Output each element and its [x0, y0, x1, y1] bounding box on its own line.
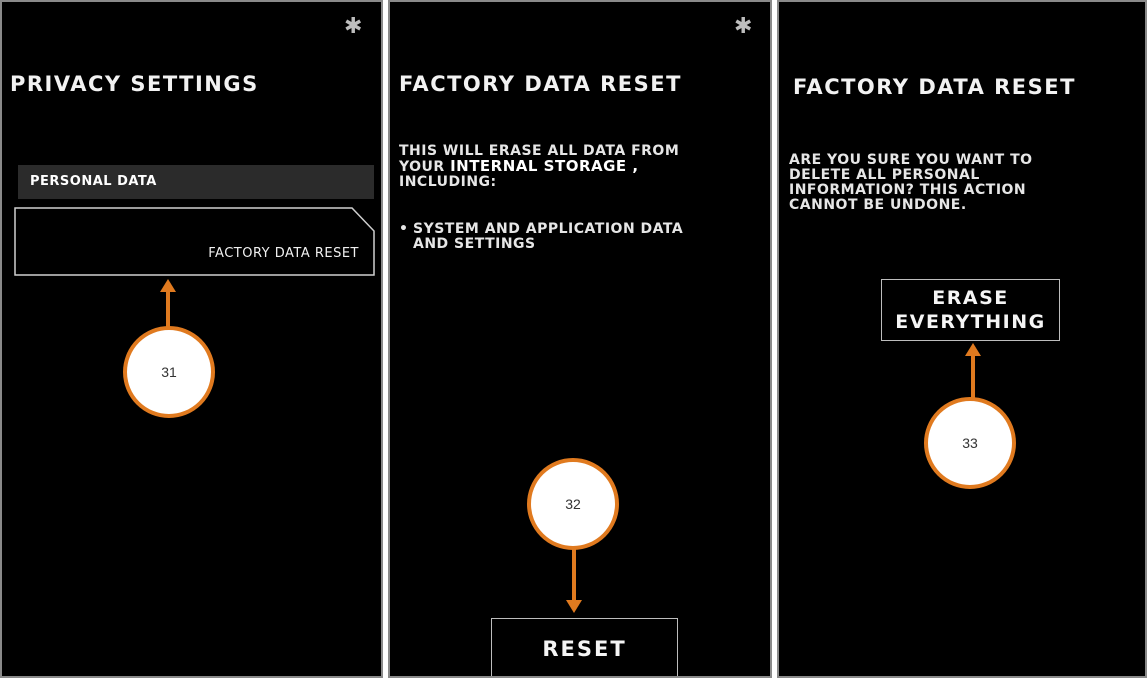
confirm-warning-text: ARE YOU SURE YOU WANT TO DELETE ALL PERS…: [789, 152, 1033, 213]
bluetooth-icon: ✱: [734, 14, 753, 39]
page-title: PRIVACY SETTINGS: [10, 72, 259, 96]
callout-31: 31: [123, 326, 215, 418]
callout-arrow-line: [572, 548, 576, 602]
callout-arrow-head: [566, 600, 582, 613]
callout-arrow-line: [971, 355, 975, 401]
confirm-erase-screen: FACTORY DATA RESET ARE YOU SURE YOU WANT…: [777, 0, 1147, 678]
page-title: FACTORY DATA RESET: [399, 72, 682, 96]
erase-everything-button[interactable]: ERASE EVERYTHING: [881, 279, 1060, 341]
section-header-personal-data: PERSONAL DATA: [18, 165, 374, 199]
erase-items-list: • SYSTEM AND APPLICATION DATA AND SETTIN…: [399, 221, 684, 252]
erase-warning-text: THIS WILL ERASE ALL DATA FROM YOUR INTER…: [399, 143, 680, 190]
page-title: FACTORY DATA RESET: [793, 75, 1076, 99]
callout-33: 33: [924, 397, 1016, 489]
privacy-settings-screen: ✱ PRIVACY SETTINGS PERSONAL DATA FACTORY…: [0, 0, 383, 678]
factory-data-reset-label[interactable]: FACTORY DATA RESET: [208, 246, 359, 261]
callout-arrow-line: [166, 291, 170, 331]
reset-button[interactable]: RESET: [491, 618, 678, 676]
callout-32: 32: [527, 458, 619, 550]
factory-data-reset-screen: ✱ FACTORY DATA RESET THIS WILL ERASE ALL…: [388, 0, 772, 678]
bluetooth-icon: ✱: [344, 14, 363, 39]
factory-data-reset-menu-item[interactable]: [14, 207, 376, 277]
